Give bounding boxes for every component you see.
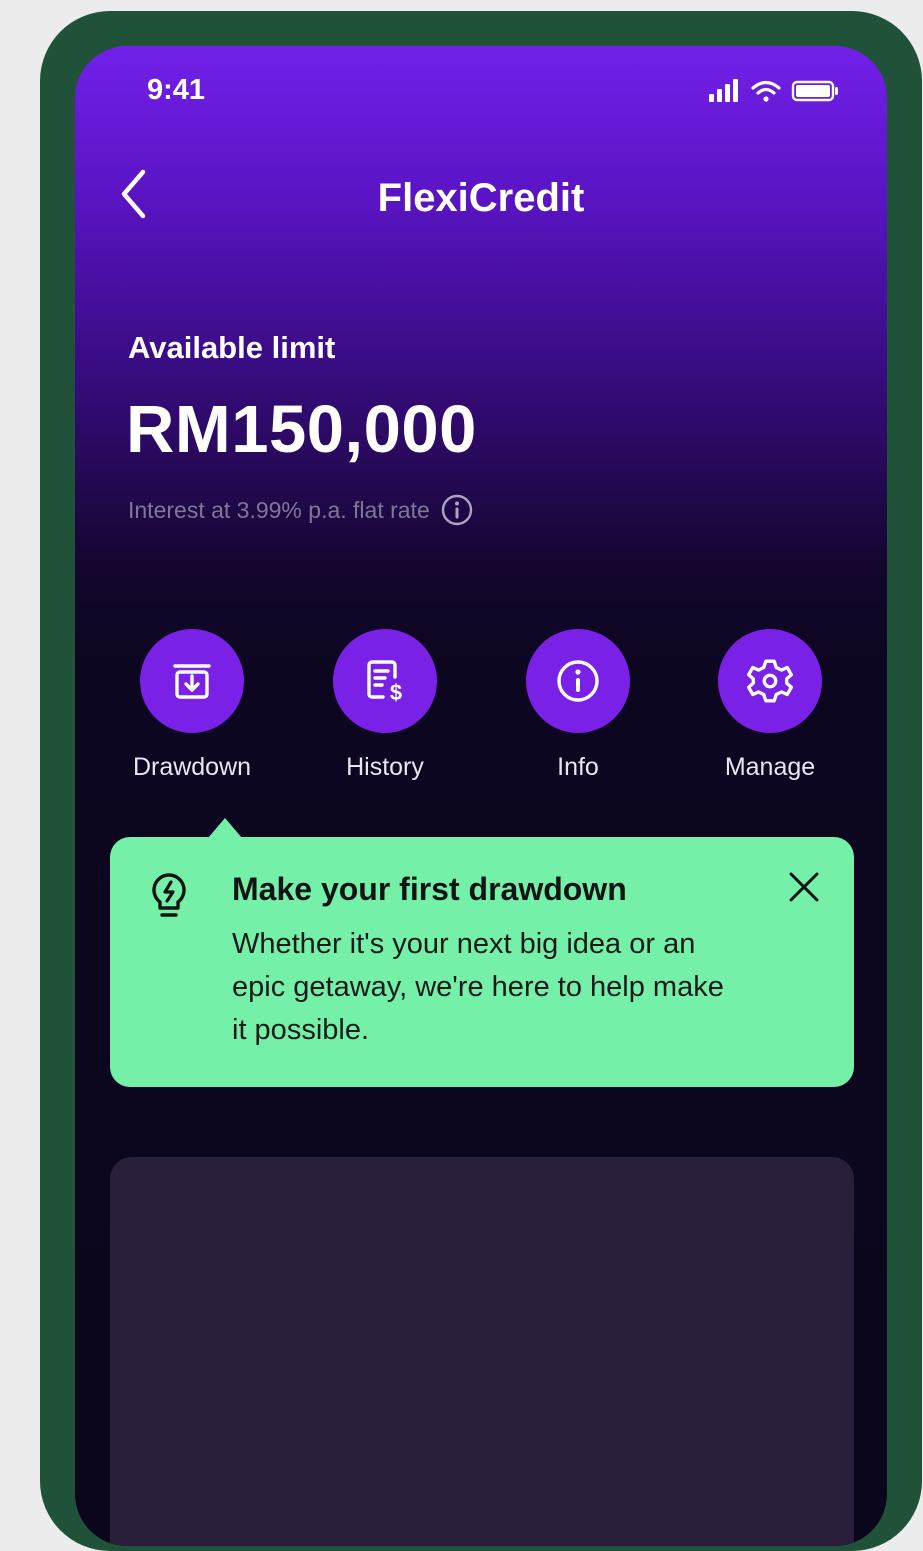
available-limit-label: Available limit: [128, 330, 336, 365]
info-label: Info: [557, 753, 599, 781]
drawdown-tip-card: Make your first drawdown Whether it's yo…: [110, 837, 854, 1087]
info-icon: [557, 660, 599, 702]
info-circle-icon[interactable]: [440, 493, 474, 527]
tip-pointer: [208, 818, 242, 838]
manage-label: Manage: [724, 753, 816, 781]
content-card: [110, 1157, 854, 1546]
status-icons: [709, 79, 838, 102]
tip-body: Whether it's your next big idea or an ep…: [232, 928, 724, 1046]
history-button[interactable]: $ History: [310, 629, 460, 782]
lightbulb-icon: [152, 873, 186, 917]
info-button[interactable]: Info: [503, 629, 653, 782]
drawdown-icon: [173, 664, 211, 699]
wifi-icon: [751, 80, 781, 102]
gear-icon: [746, 659, 794, 703]
signal-icon: [709, 79, 738, 102]
history-button-circle: $: [333, 629, 437, 733]
phone-screen: 9:41 FlexiCredit Available limit RM150,0…: [75, 46, 887, 1546]
drawdown-button[interactable]: Drawdown: [117, 629, 267, 782]
info-button-circle: [526, 629, 630, 733]
interest-rate-text: Interest at 3.99% p.a. flat rate: [128, 496, 430, 523]
manage-button[interactable]: Manage: [695, 629, 845, 782]
tip-title: Make your first drawdown: [232, 871, 627, 907]
manage-button-circle: [718, 629, 822, 733]
svg-text:$: $: [390, 680, 402, 705]
close-icon[interactable]: [784, 867, 824, 907]
history-icon: $: [367, 660, 402, 705]
drawdown-button-circle: [140, 629, 244, 733]
history-label: History: [346, 753, 424, 781]
interest-row: Interest at 3.99% p.a. flat rate: [128, 493, 474, 527]
available-limit-amount: RM150,000: [126, 392, 477, 467]
drawdown-label: Drawdown: [132, 753, 252, 781]
status-time: 9:41: [147, 74, 206, 106]
page-title: FlexiCredit: [377, 176, 585, 220]
status-bar: 9:41: [75, 46, 887, 136]
battery-icon: [791, 80, 838, 102]
